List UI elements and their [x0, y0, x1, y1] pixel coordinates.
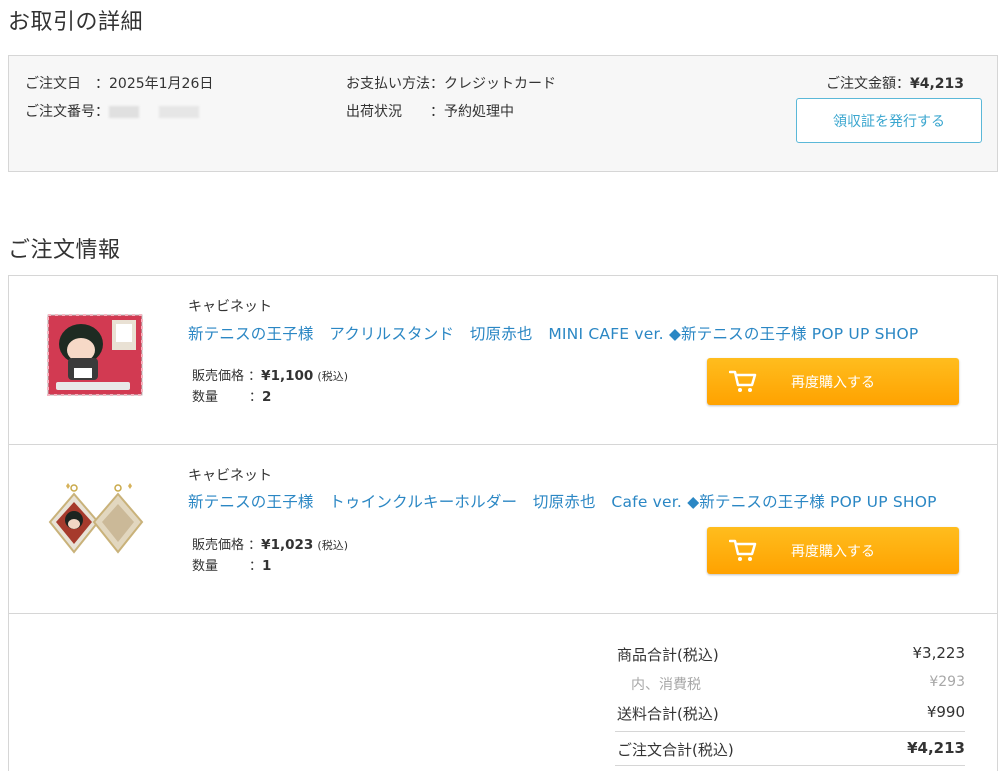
shipping-status-value: 予約処理中: [444, 104, 514, 120]
totals-divider: [615, 765, 965, 766]
shipping-status-label: 出荷状況 ：: [346, 104, 444, 120]
order-number-redacted: [159, 106, 199, 118]
payment-method-value: クレジットカード: [444, 76, 556, 92]
product-title-link[interactable]: 新テニスの王子様 トゥインクルキーホルダー 切原赤也 Cafe ver. ◆新テ…: [188, 490, 937, 512]
tax-value: ¥293: [929, 674, 965, 690]
order-item: キャビネット 新テニスの王子様 アクリルスタンド 切原赤也 MINI CAFE …: [9, 276, 997, 445]
price-tax-note: (税込): [317, 539, 349, 552]
tax-label: 内、消費税: [631, 677, 701, 693]
price-tax-note: (税込): [317, 370, 349, 383]
section-title: ご注文情報: [8, 238, 121, 263]
order-date-label: ご注文日 ：: [25, 76, 109, 92]
shipping-status-row: 出荷状況 ：予約処理中: [346, 101, 514, 121]
order-number-row: ご注文番号：: [25, 101, 219, 121]
price-value: ¥1,100: [261, 368, 314, 384]
price-label: 販売価格: [192, 369, 245, 384]
quantity-separator: ：: [249, 390, 263, 405]
subtotal-row: 商品合計(税込) ¥3,223: [615, 644, 965, 668]
order-date-row: ご注文日 ：2025年1月26日: [25, 73, 213, 93]
page-title: お取引の詳細: [8, 10, 144, 35]
shipping-total-row: 送料合計(税込) ¥990: [615, 703, 965, 727]
order-item: キャビネット 新テニスの王子様 トゥインクルキーホルダー 切原赤也 Cafe v…: [9, 445, 997, 614]
rebuy-button-label: 再度購入する: [791, 375, 875, 391]
issue-receipt-button[interactable]: 領収証を発行する: [796, 98, 982, 143]
order-date-value: 2025年1月26日: [109, 76, 214, 92]
order-summary-panel: ご注文日 ：2025年1月26日 ご注文番号： お支払い方法：クレジットカード …: [8, 55, 998, 172]
shop-name: キャビネット: [188, 468, 272, 484]
quantity-value: 1: [262, 558, 272, 574]
tax-row: 内、消費税 ¥293: [615, 674, 965, 698]
quantity-label: 数量: [192, 390, 219, 405]
price-separator: ：: [248, 369, 262, 384]
quantity-separator: ：: [249, 559, 263, 574]
price-label: 販売価格: [192, 538, 245, 553]
subtotal-label: 商品合計(税込): [617, 646, 719, 664]
price-row: 販売価格 ：¥1,100 (税込): [192, 365, 348, 384]
quantity-row: 数量 ：2: [192, 386, 271, 405]
order-amount: ご注文金額：¥4,213: [826, 73, 964, 93]
payment-method-label: お支払い方法：: [346, 76, 444, 92]
quantity-row: 数量 ：1: [192, 555, 271, 574]
shop-name: キャビネット: [188, 299, 272, 315]
payment-method-row: お支払い方法：クレジットカード: [346, 73, 556, 93]
order-number-label: ご注文番号：: [25, 104, 109, 120]
product-title-link[interactable]: 新テニスの王子様 アクリルスタンド 切原赤也 MINI CAFE ver. ◆新…: [188, 322, 918, 344]
grand-total-row: ご注文合計(税込) ¥4,213: [615, 739, 965, 763]
product-thumbnail[interactable]: [46, 482, 144, 568]
grand-total-label: ご注文合計(税込): [617, 741, 734, 759]
order-amount-label: ご注文金額：: [825, 76, 910, 92]
rebuy-button[interactable]: 再度購入する: [707, 358, 959, 405]
quantity-value: 2: [262, 389, 272, 405]
price-row: 販売価格 ：¥1,023 (税込): [192, 534, 348, 553]
totals-divider: [615, 731, 965, 732]
price-value: ¥1,023: [261, 537, 314, 553]
order-number-redacted: [109, 106, 139, 118]
price-separator: ：: [248, 538, 262, 553]
rebuy-button[interactable]: 再度購入する: [707, 527, 959, 574]
subtotal-value: ¥3,223: [912, 644, 966, 662]
shipping-total-value: ¥990: [926, 703, 965, 721]
grand-total-value: ¥4,213: [907, 739, 965, 757]
order-amount-value: ¥4,213: [909, 76, 964, 92]
rebuy-button-label: 再度購入する: [791, 544, 875, 560]
order-items-panel: キャビネット 新テニスの王子様 アクリルスタンド 切原赤也 MINI CAFE …: [8, 275, 998, 771]
quantity-label: 数量: [192, 559, 219, 574]
shipping-total-label: 送料合計(税込): [617, 705, 719, 723]
product-thumbnail[interactable]: [46, 312, 144, 398]
